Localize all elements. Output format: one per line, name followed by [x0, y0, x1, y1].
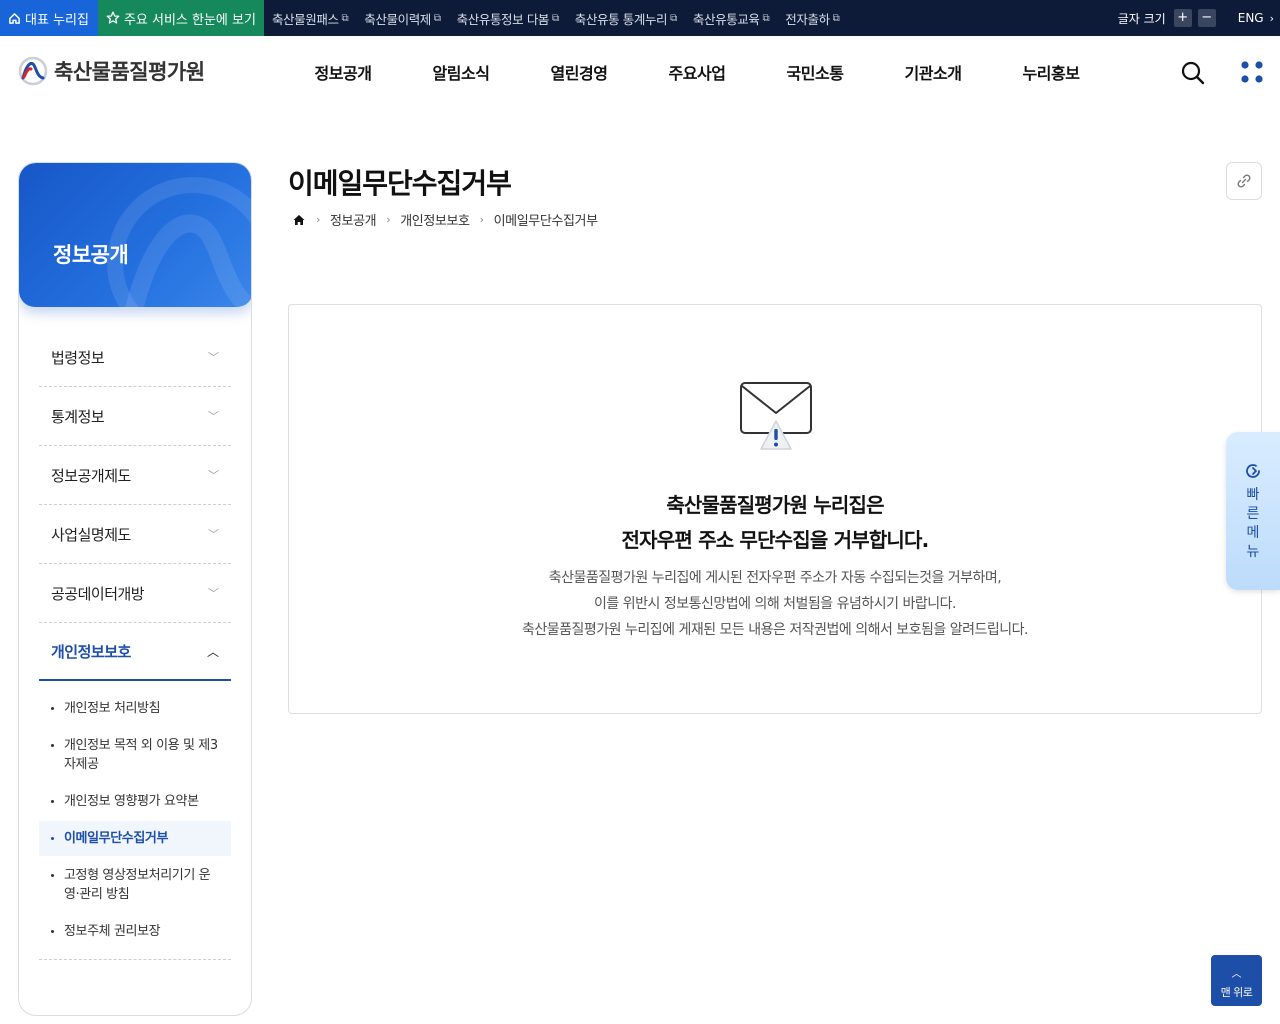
breadcrumb-current: 이메일무단수집거부 [493, 214, 598, 229]
gnb-item-promotion[interactable]: 누리홍보 [992, 60, 1110, 84]
notice-heading-line-1: 축산물품질평가원 누리집은 [666, 493, 884, 517]
service-link-education[interactable]: 축산유통교육 ⧉ [685, 9, 777, 28]
submenu-item-impact-assessment[interactable]: 개인정보 영향평가 요약본 [39, 784, 231, 819]
email-refusal-notice: 축산물품질평가원 누리집은 전자우편 주소 무단수집을 거부합니다. 축산물품질… [288, 304, 1262, 714]
chevron-right-icon: › [316, 213, 320, 226]
submenu-item-privacy-policy[interactable]: 개인정보 처리방침 [39, 691, 231, 726]
share-link-button[interactable] [1226, 162, 1262, 200]
notice-text-line-3: 축산물품질평가원 누리집에 게재된 모든 내용은 저작권법에 의해서 보호됨을 … [522, 622, 1029, 638]
font-size-decrease-button[interactable]: − [1197, 9, 1216, 27]
search-icon[interactable] [1180, 60, 1206, 86]
all-services-button[interactable]: 주요 서비스 한눈에 보기 [97, 0, 264, 36]
side-nav-item-project-realname[interactable]: 사업실명제도 ﹀ [39, 505, 231, 564]
submenu-divider [39, 959, 231, 960]
utility-bar: 대표 누리집 주요 서비스 한눈에 보기 축산물원패스 ⧉ 축산물이력제 ⧉ 축산유… [0, 0, 1280, 36]
site-logo[interactable]: 축산물품질평가원 [18, 56, 205, 86]
gnb-item-info-disclosure[interactable]: 정보공개 [284, 60, 402, 84]
font-size-increase-button[interactable]: + [1173, 9, 1192, 27]
quick-menu-icon [1246, 464, 1260, 478]
link-icon [1237, 174, 1251, 188]
quick-menu-button[interactable]: 빠른메뉴 [1226, 432, 1280, 590]
side-nav-list: 법령정보 ﹀ 통계정보 ﹀ 정보공개제도 ﹀ 사업실명제도 ﹀ 공공데이터개방 … [39, 328, 231, 960]
side-nav-submenu: 개인정보 처리방침 개인정보 목적 외 이용 및 제3자제공 개인정보 영향평가… [39, 681, 231, 960]
star-icon [106, 11, 120, 24]
logo-mark-icon [18, 56, 48, 86]
chevron-up-icon: ︿ [1231, 969, 1242, 980]
home-icon [9, 12, 20, 24]
notice-heading-line-2: 전자우편 주소 무단수집을 거부합니다. [621, 528, 930, 552]
side-nav-header: 정보공개 [19, 163, 251, 307]
service-links: 축산물원패스 ⧉ 축산물이력제 ⧉ 축산유통정보 다봄 ⧉ 축산유통 통계누리 ⧉ 축산… [264, 0, 847, 36]
side-nav-item-privacy[interactable]: 개인정보보호 ︿ [39, 623, 231, 681]
font-size-label: 글자 크기 [1117, 11, 1166, 26]
utility-right: 글자 크기 + − ENG › [1118, 0, 1280, 36]
chevron-down-icon: ﹀ [208, 587, 219, 600]
gnb-item-news[interactable]: 알림소식 [402, 60, 520, 84]
service-link-e-shipping[interactable]: 전자출하 ⧉ [777, 9, 847, 28]
external-link-icon: ⧉ [552, 12, 559, 24]
chevron-down-icon: ﹀ [208, 351, 219, 364]
notice-text-line-2: 이를 위반시 정보통신망법에 의해 처벌됨을 유념하시기 바랍니다. [594, 596, 956, 612]
gnb-item-communication[interactable]: 국민소통 [756, 60, 874, 84]
submenu-item-cctv-policy[interactable]: 고정형 영상정보처리기기 운영·관리 방침 [39, 858, 231, 912]
chevron-up-icon: ︿ [206, 644, 219, 659]
side-nav-item-statistics[interactable]: 통계정보 ﹀ [39, 387, 231, 446]
breadcrumb: › 정보공개 › 개인정보보호 › 이메일무단수집거부 [292, 210, 598, 229]
breadcrumb-item[interactable]: 정보공개 [330, 210, 377, 229]
all-menu-icon[interactable] [1240, 60, 1264, 84]
external-link-icon: ⧉ [762, 12, 770, 24]
scroll-to-top-label: 맨 위로 [1220, 986, 1253, 999]
external-link-icon: ⧉ [670, 12, 677, 24]
side-nav-item-disclosure-system[interactable]: 정보공개제도 ﹀ [39, 446, 231, 505]
chevron-right-icon: › [1269, 11, 1274, 25]
scroll-to-top-button[interactable]: ︿ 맨 위로 [1211, 955, 1262, 1006]
page-title: 이메일무단수집거부 [288, 167, 512, 200]
service-link-traceability[interactable]: 축산물이력제 ⧉ [356, 9, 448, 28]
main-navigation: 정보공개 알림소식 열린경영 주요사업 국민소통 기관소개 누리홍보 [284, 36, 1110, 108]
logo-text: 축산물품질평가원 [54, 60, 205, 84]
external-link-icon: ⧉ [341, 12, 349, 24]
chevron-right-icon: › [386, 213, 391, 226]
main-site-link[interactable]: 대표 누리집 [0, 0, 98, 36]
gnb-item-open-management[interactable]: 열린경영 [520, 60, 638, 84]
side-nav-item-legal-info[interactable]: 법령정보 ﹀ [39, 328, 231, 387]
notice-text-line-1: 축산물품질평가원 누리집에 게시된 전자우편 주소가 자동 수집되는것을 거부하… [548, 570, 1002, 586]
main-site-label: 대표 누리집 [25, 12, 89, 28]
service-link-dabom[interactable]: 축산유통정보 다봄 ⧉ [449, 9, 567, 28]
all-services-label: 주요 서비스 한눈에 보기 [123, 12, 256, 28]
submenu-item-third-party[interactable]: 개인정보 목적 외 이용 및 제3자제공 [39, 728, 231, 782]
quick-menu-label: 빠른메뉴 [1246, 487, 1260, 560]
side-navigation: 정보공개 법령정보 ﹀ 통계정보 ﹀ 정보공개제도 ﹀ 사업실명제도 ﹀ 공공데… [18, 162, 252, 1016]
chevron-down-icon: ﹀ [208, 410, 219, 423]
side-nav-item-public-data[interactable]: 공공데이터개방 ﹀ [39, 564, 231, 623]
external-link-icon: ⧉ [832, 12, 840, 24]
chevron-down-icon: ﹀ [208, 528, 219, 541]
submenu-item-email-refusal[interactable]: 이메일무단수집거부 [39, 821, 231, 856]
external-link-icon: ⧉ [433, 12, 441, 24]
side-nav-title: 정보공개 [53, 243, 129, 267]
gnb-item-about[interactable]: 기관소개 [874, 60, 992, 84]
service-link-onepass[interactable]: 축산물원패스 ⧉ [264, 9, 356, 28]
chevron-down-icon: ﹀ [208, 469, 219, 482]
site-header: 축산물품질평가원 정보공개 알림소식 열린경영 주요사업 국민소통 기관소개 누… [0, 36, 1280, 108]
gnb-item-main-business[interactable]: 주요사업 [638, 60, 756, 84]
mail-warning-icon [740, 382, 812, 450]
home-icon[interactable] [292, 213, 306, 227]
chevron-right-icon: › [479, 213, 484, 226]
english-site-link[interactable]: ENG [1238, 11, 1264, 25]
breadcrumb-item[interactable]: 개인정보보호 [400, 210, 470, 229]
submenu-item-subject-rights[interactable]: 정보주체 권리보장 [39, 914, 231, 949]
service-link-stats[interactable]: 축산유통 통계누리 ⧉ [567, 9, 685, 28]
